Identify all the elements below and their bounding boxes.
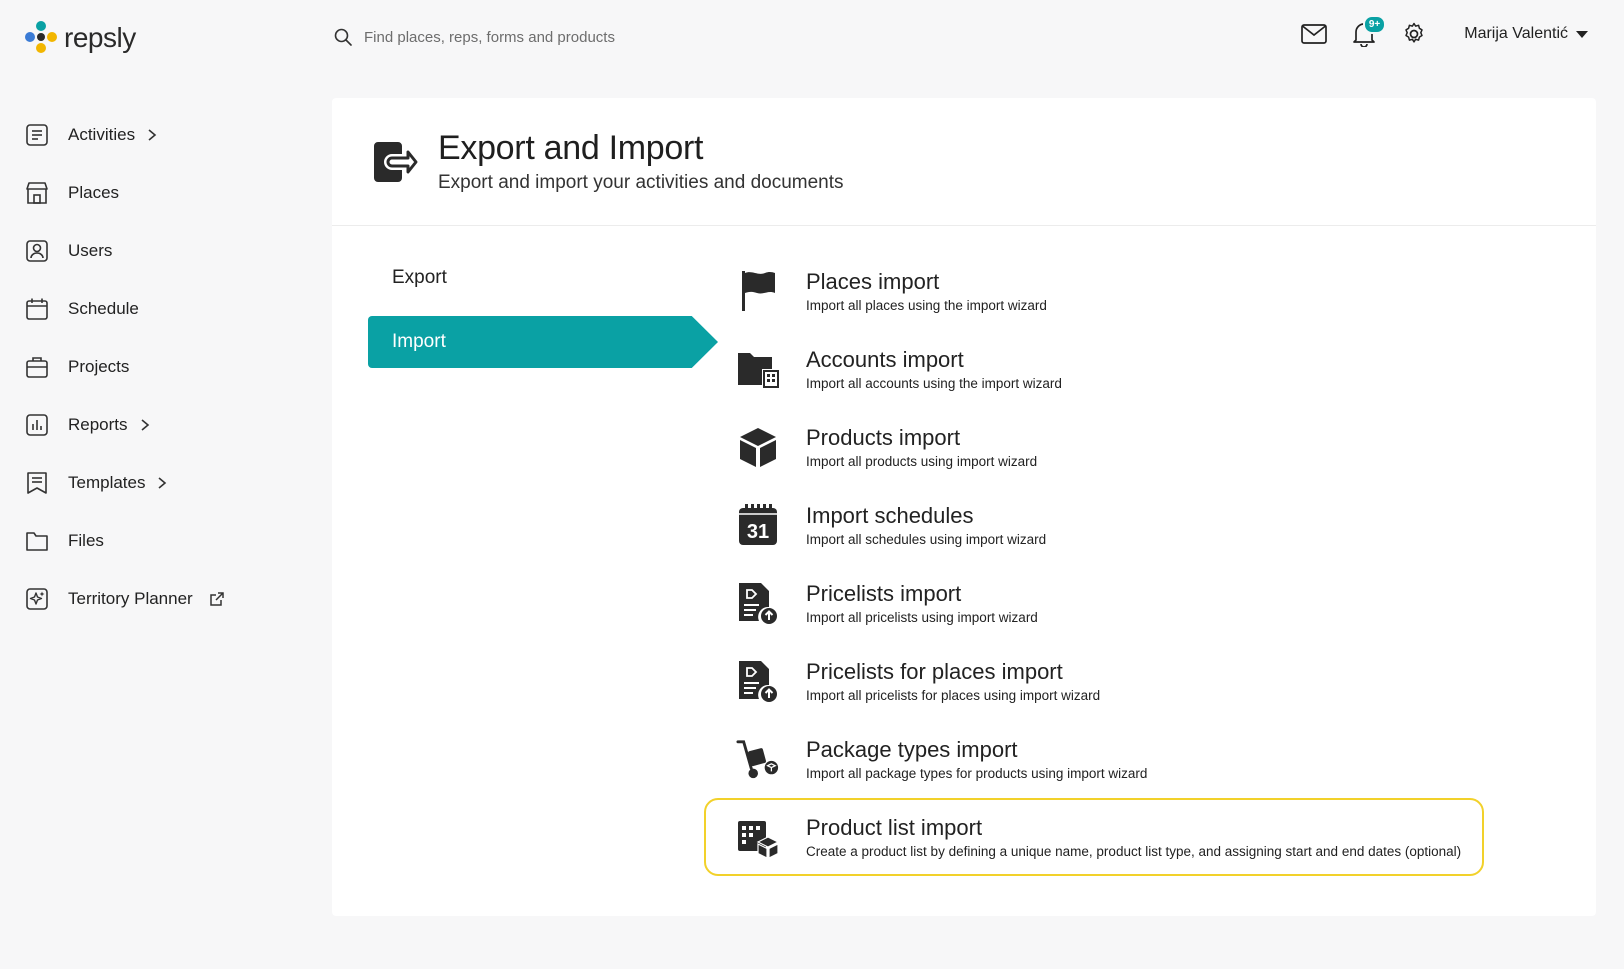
settings-button[interactable] — [1400, 20, 1428, 48]
tab-import[interactable]: Import — [368, 316, 718, 368]
brand-name: repsly — [64, 22, 136, 53]
sidebar-item-label: Files — [68, 531, 104, 550]
chevron-right-icon — [157, 476, 167, 490]
user-name: Marija Valentić — [1464, 25, 1568, 42]
import-item-description: Import all schedules using import wizard — [806, 532, 1047, 547]
sidebar-item-projects[interactable]: Projects — [24, 338, 304, 396]
page-subtitle: Export and import your activities and do… — [438, 172, 844, 193]
import-item-places[interactable]: Places import Import all places using th… — [704, 252, 1484, 330]
import-options-list: Places import Import all places using th… — [704, 252, 1484, 876]
import-item-description: Import all package types for products us… — [806, 766, 1148, 781]
chevron-right-icon — [147, 128, 157, 142]
sidebar-item-label: Templates — [68, 473, 146, 492]
pricelist-upload-icon — [736, 659, 780, 703]
messages-button[interactable] — [1300, 20, 1328, 48]
import-item-title: Pricelists for places import — [806, 659, 1063, 684]
flag-icon — [736, 269, 780, 313]
import-item-package-types[interactable]: Package types import Import all package … — [704, 720, 1484, 798]
import-item-accounts[interactable]: Accounts import Import all accounts usin… — [704, 330, 1484, 408]
page-header: Export and Import Export and import your… — [332, 98, 1596, 226]
import-item-description: Import all accounts using the import wiz… — [806, 376, 1062, 391]
notifications-button[interactable]: 9+ — [1350, 15, 1387, 48]
import-item-description: Import all pricelists for places using i… — [806, 688, 1101, 703]
product-list-icon — [736, 815, 780, 859]
sidebar-item-label: Users — [68, 241, 113, 260]
sidebar: Activities Places Users Schedule Project… — [24, 106, 304, 628]
sidebar-item-label: Projects — [68, 357, 130, 376]
import-item-title: Pricelists import — [806, 581, 962, 606]
import-item-product-list[interactable]: Product list import Create a product lis… — [704, 798, 1484, 876]
external-link-icon — [209, 591, 225, 607]
page-title: Export and Import — [438, 129, 704, 167]
notifications-badge: 9+ — [1362, 15, 1387, 34]
export-import-card: Export and Import Export and import your… — [332, 98, 1596, 916]
chevron-right-icon — [140, 418, 150, 432]
search-input[interactable] — [364, 28, 764, 46]
user-icon — [24, 238, 50, 264]
sidebar-item-activities[interactable]: Activities — [24, 106, 304, 164]
repsly-logo-icon — [25, 21, 57, 53]
cube-icon — [736, 425, 780, 469]
user-menu[interactable]: Marija Valentić — [1464, 25, 1588, 43]
pricelist-upload-icon — [736, 581, 780, 625]
import-item-title: Accounts import — [806, 347, 964, 372]
import-item-pricelists[interactable]: Pricelists import Import all pricelists … — [704, 564, 1484, 642]
calendar-day-text: 31 — [747, 521, 769, 543]
mail-icon — [1301, 24, 1328, 44]
import-item-description: Import all products using import wizard — [806, 454, 1038, 469]
import-item-title: Package types import — [806, 737, 1018, 762]
sidebar-item-places[interactable]: Places — [24, 164, 304, 222]
export-import-tabs: Export Import — [368, 252, 718, 380]
header-actions: 9+ Marija Valentić — [1300, 15, 1588, 48]
calendar-icon — [24, 296, 50, 322]
briefcase-icon — [24, 354, 50, 380]
import-item-title: Places import — [806, 269, 940, 294]
global-search[interactable] — [334, 28, 764, 46]
tab-export[interactable]: Export — [368, 252, 718, 304]
search-icon — [334, 28, 352, 46]
sidebar-item-reports[interactable]: Reports — [24, 396, 304, 454]
bar-chart-icon — [24, 412, 50, 438]
import-item-title: Products import — [806, 425, 961, 450]
export-import-icon — [374, 141, 418, 182]
store-icon — [24, 180, 50, 206]
import-item-description: Import all pricelists using import wizar… — [806, 610, 1038, 625]
sidebar-item-label: Activities — [68, 125, 136, 144]
template-icon — [24, 470, 50, 496]
sidebar-item-label: Schedule — [68, 299, 139, 318]
import-item-description: Import all places using the import wizar… — [806, 298, 1047, 313]
brand-logo[interactable]: repsly — [24, 20, 136, 56]
sidebar-item-label: Territory Planner — [68, 589, 193, 608]
sidebar-item-territory-planner[interactable]: Territory Planner — [24, 570, 304, 628]
calendar-31-icon: 31 — [736, 503, 780, 547]
folder-building-icon — [736, 347, 780, 391]
caret-down-icon — [1576, 30, 1588, 38]
import-item-title: Product list import — [806, 815, 983, 840]
import-item-products[interactable]: Products import Import all products usin… — [704, 408, 1484, 486]
sidebar-item-files[interactable]: Files — [24, 512, 304, 570]
import-item-description: Create a product list by defining a uniq… — [806, 844, 1462, 859]
import-item-pricelists-for-places[interactable]: Pricelists for places import Import all … — [704, 642, 1484, 720]
sidebar-item-templates[interactable]: Templates — [24, 454, 304, 512]
map-sparkle-icon — [24, 586, 50, 612]
activities-icon — [24, 122, 50, 148]
import-item-schedules[interactable]: 31 Import schedules Import all schedules… — [704, 486, 1484, 564]
folder-icon — [24, 528, 50, 554]
sidebar-item-schedule[interactable]: Schedule — [24, 280, 304, 338]
import-item-title: Import schedules — [806, 503, 974, 528]
sidebar-item-users[interactable]: Users — [24, 222, 304, 280]
gear-icon — [1405, 22, 1423, 43]
sidebar-item-label: Reports — [68, 415, 128, 434]
sidebar-item-label: Places — [68, 183, 120, 202]
hand-truck-icon — [736, 737, 780, 781]
